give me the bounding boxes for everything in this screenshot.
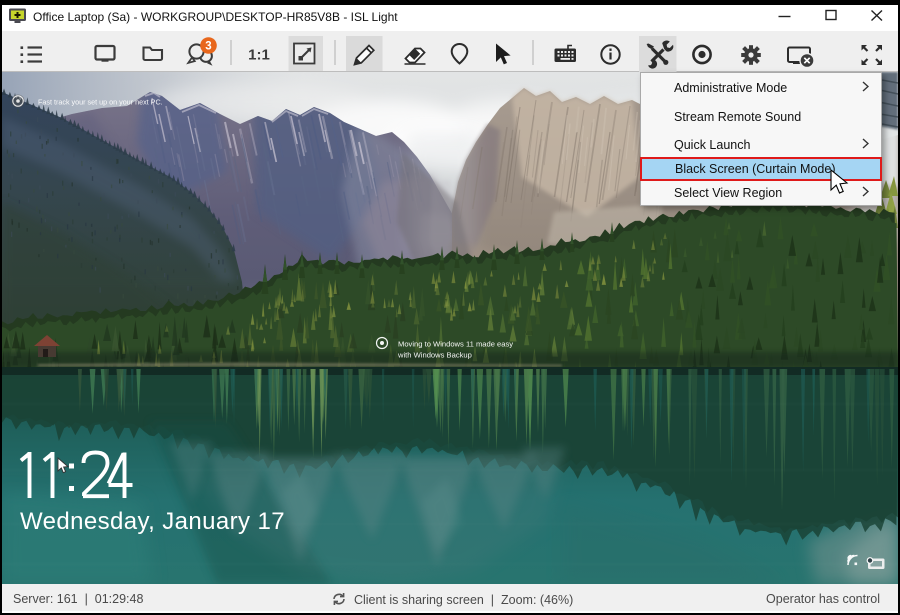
svg-text:Wednesday, January 17: Wednesday, January 17 [20, 508, 285, 535]
svg-text:3: 3 [205, 41, 211, 53]
svg-text:with Windows Backup: with Windows Backup [397, 351, 472, 360]
svg-text:1:1: 1:1 [248, 47, 270, 64]
svg-text:Fast track your set up on yo: Fast track your set up on your next PC. [38, 98, 163, 107]
svg-text:Moving to Windows 11 made easy: Moving to Windows 11 made easy [398, 340, 513, 349]
